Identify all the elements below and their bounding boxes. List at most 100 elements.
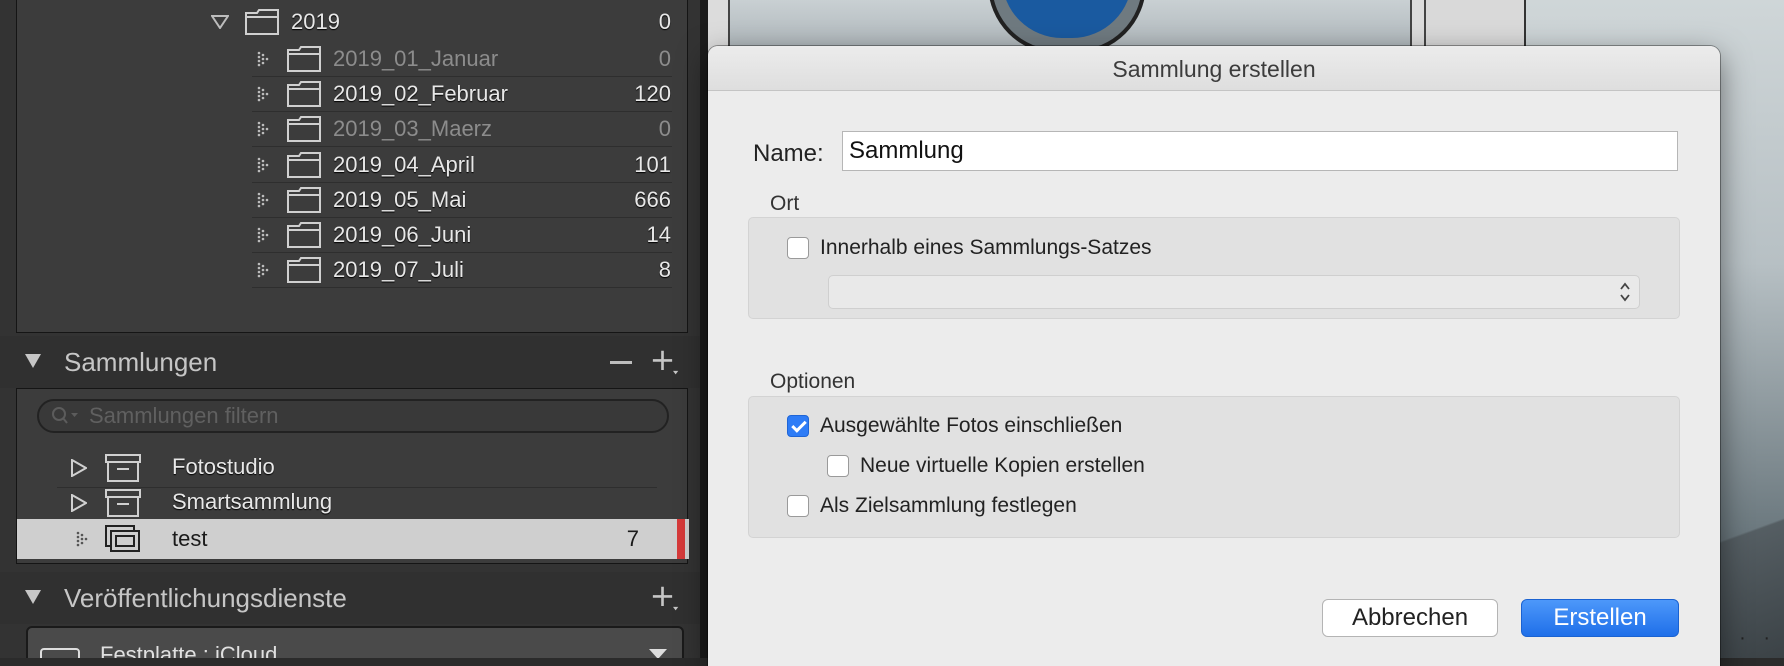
collection-icon	[105, 525, 140, 552]
dialog-title: Sammlung erstellen	[708, 46, 1720, 91]
add-collection-icon[interactable]	[652, 349, 680, 377]
include-selected-checkbox[interactable]	[787, 415, 809, 437]
folder-label: 2019_05_Mai	[333, 187, 467, 212]
folder-count: 101	[634, 152, 671, 177]
folder-icon	[287, 81, 321, 107]
folder-icon	[287, 222, 321, 248]
folder-label: 2019_06_Juni	[333, 222, 472, 247]
folder-count: 0	[658, 9, 671, 34]
disclosure-triangle-down-icon[interactable]	[24, 589, 42, 605]
hard-drive-icon	[40, 648, 80, 658]
collections-panel: Sammlungen filtern Fotostudio Smartsamml…	[16, 388, 689, 564]
folder-label: 2019_02_Februar	[333, 81, 508, 106]
virtual-copies-checkbox[interactable]	[827, 455, 849, 477]
folder-icon	[245, 9, 279, 35]
collections-header[interactable]: Sammlungen	[0, 336, 700, 388]
folder-label: 2019_07_Juli	[333, 257, 464, 282]
collections-search-input[interactable]: Sammlungen filtern	[37, 399, 669, 433]
drag-grip-icon[interactable]	[255, 157, 273, 173]
folder-count: 0	[658, 116, 671, 141]
disclosure-triangle-down-icon[interactable]	[211, 15, 229, 29]
folder-icon	[287, 116, 321, 142]
left-panel: 2019 0 2019_01_Januar 0 2019_02_Februar 120…	[0, 0, 700, 658]
publish-services-title: Veröffentlichungsdienste	[64, 582, 347, 613]
inside-set-checkbox[interactable]	[787, 237, 809, 259]
drag-grip-icon[interactable]	[255, 51, 273, 67]
drag-grip-icon[interactable]	[255, 192, 273, 208]
folder-row-2019[interactable]: 2019 0	[17, 2, 689, 42]
folder-icon	[287, 257, 321, 283]
drag-grip-icon[interactable]	[255, 262, 273, 278]
virtual-copies-checkbox-row[interactable]: Neue virtuelle Kopien erstellen	[827, 454, 1145, 478]
folder-row[interactable]: 2019_03_Maerz 0	[17, 109, 689, 149]
target-collection-checkbox-row[interactable]: Als Zielsammlung festlegen	[787, 494, 1077, 518]
publish-service-row[interactable]: Festplatte : iCloud	[26, 626, 684, 658]
folder-icon	[287, 152, 321, 178]
panel-divider[interactable]	[700, 0, 708, 658]
folder-count: 8	[658, 257, 671, 282]
collection-set-icon	[105, 489, 141, 517]
folder-icon	[287, 46, 321, 72]
folder-row[interactable]: 2019_07_Juli 8	[17, 250, 689, 290]
disclosure-triangle-right-icon[interactable]	[71, 459, 87, 477]
disclosure-triangle-right-icon[interactable]	[71, 494, 87, 512]
include-selected-label: Ausgewählte Fotos einschließen	[820, 414, 1123, 437]
drag-grip-icon[interactable]	[255, 121, 273, 137]
collection-label: Fotostudio	[172, 454, 275, 479]
folder-count: 120	[634, 81, 671, 106]
folder-row[interactable]: 2019_02_Februar 120	[17, 74, 689, 114]
include-selected-checkbox-row[interactable]: Ausgewählte Fotos einschließen	[787, 414, 1122, 438]
collection-test[interactable]: test 7	[17, 519, 689, 559]
chevron-updown-icon	[1620, 282, 1630, 302]
collection-label: Smartsammlung	[172, 489, 333, 514]
folder-label: 2019	[291, 9, 340, 34]
folder-row[interactable]: 2019_05_Mai 666	[17, 180, 689, 220]
add-publish-service-icon[interactable]	[652, 585, 680, 613]
folder-row[interactable]: 2019_04_April 101	[17, 145, 689, 185]
drag-grip-icon[interactable]	[75, 531, 91, 547]
name-input[interactable]	[842, 131, 1678, 171]
location-group-label: Ort	[770, 192, 800, 215]
target-collection-checkbox[interactable]	[787, 495, 809, 517]
collections-title: Sammlungen	[64, 346, 218, 377]
folders-panel: 2019 0 2019_01_Januar 0 2019_02_Februar 120…	[16, 0, 688, 333]
search-placeholder: Sammlungen filtern	[89, 403, 279, 428]
divider	[252, 287, 672, 288]
collection-set-fotostudio[interactable]: Fotostudio	[17, 447, 689, 487]
disclosure-triangle-down-icon[interactable]	[24, 353, 42, 369]
virtual-copies-label: Neue virtuelle Kopien erstellen	[860, 454, 1145, 477]
options-group-label: Optionen	[770, 370, 856, 393]
folder-row[interactable]: 2019_06_Juni 14	[17, 215, 689, 255]
name-label: Name:	[753, 140, 824, 167]
collection-label: test	[172, 526, 208, 551]
folder-count: 0	[658, 46, 671, 71]
more-icon[interactable]: · · ·	[1715, 627, 1776, 650]
dropdown-triangle-icon[interactable]	[648, 648, 668, 658]
folder-label: 2019_01_Januar	[333, 46, 499, 71]
drag-grip-icon[interactable]	[255, 86, 273, 102]
inside-set-checkbox-row[interactable]: Innerhalb eines Sammlungs-Satzes	[787, 236, 1152, 260]
options-group: Ausgewählte Fotos einschließen Neue virt…	[748, 396, 1680, 538]
collection-set-smartsammlung[interactable]: Smartsammlung	[17, 482, 689, 522]
publish-services-header[interactable]: Veröffentlichungsdienste	[0, 572, 700, 624]
photo-thumbnail[interactable]	[728, 0, 1412, 54]
folder-count: 666	[634, 187, 671, 212]
collection-count: 7	[626, 526, 639, 551]
inside-set-label: Innerhalb eines Sammlungs-Satzes	[820, 236, 1152, 259]
folder-icon	[287, 187, 321, 213]
collection-set-icon	[105, 454, 141, 482]
create-collection-dialog: Sammlung erstellen Name: Ort Innerhalb e…	[708, 46, 1720, 666]
collection-set-select[interactable]	[828, 275, 1640, 309]
folder-label: 2019_04_April	[333, 152, 475, 177]
create-button[interactable]: Erstellen	[1521, 599, 1679, 637]
target-collection-label: Als Zielsammlung festlegen	[820, 494, 1077, 517]
remove-collection-icon[interactable]	[610, 361, 632, 364]
folder-row[interactable]: 2019_01_Januar 0	[17, 39, 689, 79]
publish-service-label: Festplatte : iCloud	[100, 642, 278, 658]
drag-grip-icon[interactable]	[255, 227, 273, 243]
target-collection-marker	[677, 519, 685, 559]
folder-label: 2019_03_Maerz	[333, 116, 493, 141]
search-icon	[52, 407, 78, 424]
folder-count: 14	[646, 222, 671, 247]
cancel-button[interactable]: Abbrechen	[1322, 599, 1498, 637]
